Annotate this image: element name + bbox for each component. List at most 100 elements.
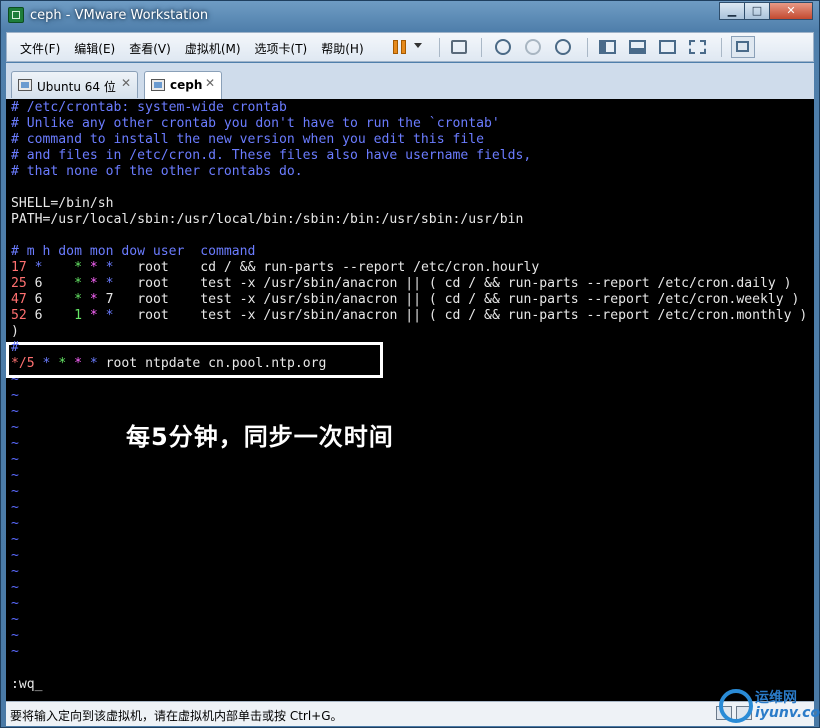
menu-help[interactable]: 帮助(H)	[321, 40, 363, 57]
terminal-line: */5 * * * * root ntpdate cn.pool.ntp.org	[11, 356, 326, 372]
toolbar-separator	[721, 38, 722, 57]
view-console-icon[interactable]	[629, 40, 646, 54]
thumbnail-view-icon[interactable]	[731, 36, 755, 58]
terminal-text: # /etc/crontab: system-wide crontab	[11, 100, 287, 115]
vmware-window: ceph - VMware Workstation ▁ □ ✕ 文件(F) 编辑…	[0, 0, 820, 728]
terminal-text: *	[105, 260, 138, 275]
terminal-text: *	[105, 276, 138, 291]
unity-icon[interactable]	[689, 40, 706, 54]
empty-buffer-tilde: ~	[11, 468, 19, 483]
terminal-text: root test -x /usr/sbin/anacron || ( cd /…	[137, 292, 800, 307]
terminal-text: *	[105, 308, 138, 323]
terminal-line: # that none of the other crontabs do.	[11, 164, 303, 180]
terminal-text: root test -x /usr/sbin/anacron || ( cd /…	[137, 308, 808, 323]
tab-strip: Ubuntu 64 位 ✕ ceph ✕	[6, 63, 814, 99]
vm-icon	[151, 79, 165, 91]
empty-buffer-tilde: ~	[11, 420, 19, 435]
close-button[interactable]: ✕	[769, 2, 813, 20]
toolbar-separator	[587, 38, 588, 57]
tab-label: ceph	[170, 78, 203, 92]
terminal-line: # and files in /etc/cron.d. These files …	[11, 148, 531, 164]
minimize-button[interactable]: ▁	[719, 2, 745, 20]
fullscreen-icon[interactable]	[659, 40, 676, 54]
view-sidebar-icon[interactable]	[599, 40, 616, 54]
terminal-text: 6	[26, 276, 75, 291]
terminal-text: #	[11, 340, 19, 355]
terminal-line: # /etc/crontab: system-wide crontab	[11, 100, 287, 116]
empty-buffer-tilde: ~	[11, 580, 19, 595]
terminal-text: *	[89, 356, 106, 371]
revert-snapshot-icon[interactable]	[525, 39, 541, 55]
terminal-line: PATH=/usr/local/sbin:/usr/local/bin:/sbi…	[11, 212, 523, 228]
maximize-button[interactable]: □	[744, 2, 770, 20]
tab-ceph[interactable]: ceph ✕	[144, 71, 222, 99]
terminal-text: 1	[74, 308, 90, 323]
snapshot-manager-icon[interactable]	[555, 39, 571, 55]
terminal-text: PATH=/usr/local/sbin:/usr/local/bin:/sbi…	[11, 212, 524, 227]
terminal-line: 47 6 * * 7 root test -x /usr/sbin/anacro…	[11, 292, 799, 308]
empty-buffer-tilde: ~	[11, 500, 19, 515]
watermark-ring-icon	[719, 689, 753, 723]
close-icon[interactable]: ✕	[121, 76, 131, 90]
network-icon[interactable]	[451, 40, 467, 54]
terminal-text: # Unlike any other crontab you don't hav…	[11, 116, 500, 131]
terminal-text: 17	[11, 260, 27, 275]
empty-buffer-tilde: ~	[11, 436, 19, 451]
terminal-text: *	[74, 276, 90, 291]
close-icon[interactable]: ✕	[205, 76, 215, 90]
empty-buffer-tilde: ~	[11, 404, 19, 419]
vim-command-line[interactable]: :wq_	[11, 677, 43, 693]
terminal-text: *	[74, 260, 90, 275]
toolbar-separator	[439, 38, 440, 57]
terminal-text: *	[74, 292, 90, 307]
terminal-text: *	[34, 356, 59, 371]
terminal-text: )	[11, 324, 19, 339]
menu-vm[interactable]: 虚拟机(M)	[185, 40, 241, 57]
empty-buffer-tilde: ~	[11, 644, 19, 659]
tab-label: Ubuntu 64 位	[37, 80, 116, 94]
empty-buffer-tilde: ~	[11, 596, 19, 611]
menu-view[interactable]: 查看(V)	[129, 40, 171, 57]
empty-buffer-tilde: ~	[11, 532, 19, 547]
pause-icon[interactable]	[391, 38, 409, 56]
terminal-text: # and files in /etc/cron.d. These files …	[11, 148, 532, 163]
tab-ubuntu[interactable]: Ubuntu 64 位 ✕	[11, 71, 138, 98]
snapshot-icon[interactable]	[495, 39, 511, 55]
terminal-text: *	[89, 276, 106, 291]
empty-buffer-tilde: ~	[11, 372, 19, 387]
terminal-text: 25	[11, 276, 27, 291]
terminal-text: *	[89, 260, 106, 275]
menu-edit[interactable]: 编辑(E)	[74, 40, 115, 57]
terminal-text: # m h dom mon dow user command	[11, 244, 256, 259]
terminal-text: 6	[26, 308, 75, 323]
status-bar: 要将输入定向到该虚拟机，请在虚拟机内部单击或按 Ctrl+G。	[6, 701, 814, 726]
empty-buffer-tilde: ~	[11, 452, 19, 467]
empty-buffer-tilde: ~	[11, 516, 19, 531]
empty-buffer-tilde: ~	[11, 548, 19, 563]
terminal-text: *	[74, 356, 90, 371]
terminal-text: */5	[11, 356, 35, 371]
terminal-line: 52 6 1 * * root test -x /usr/sbin/anacro…	[11, 308, 807, 324]
empty-buffer-tilde: ~	[11, 628, 19, 643]
status-message: 要将输入定向到该虚拟机，请在虚拟机内部单击或按 Ctrl+G。	[10, 709, 343, 723]
vm-console-terminal[interactable]: 每5分钟，同步一次时间 # /etc/crontab: system-wide …	[6, 99, 814, 701]
empty-buffer-tilde: ~	[11, 388, 19, 403]
dropdown-caret-icon[interactable]	[414, 43, 422, 48]
empty-buffer-tilde: ~	[11, 484, 19, 499]
terminal-text: root test -x /usr/sbin/anacron || ( cd /…	[137, 276, 792, 291]
terminal-text: 7	[105, 292, 138, 307]
terminal-text: SHELL=/bin/sh	[11, 196, 114, 211]
window-title: ceph - VMware Workstation	[30, 8, 209, 23]
terminal-line: #	[11, 340, 19, 356]
terminal-line: SHELL=/bin/sh	[11, 196, 113, 212]
terminal-line: # Unlike any other crontab you don't hav…	[11, 116, 500, 132]
menu-tabs[interactable]: 选项卡(T)	[255, 40, 308, 57]
menu-file[interactable]: 文件(F)	[20, 40, 60, 57]
title-bar[interactable]: ceph - VMware Workstation ▁ □ ✕	[1, 1, 819, 31]
terminal-text: 6	[26, 292, 75, 307]
terminal-line: # m h dom mon dow user command	[11, 244, 255, 260]
terminal-text: *	[89, 292, 106, 307]
terminal-text: *	[58, 356, 75, 371]
terminal-text: *	[89, 308, 106, 323]
vmware-app-icon	[8, 7, 24, 23]
